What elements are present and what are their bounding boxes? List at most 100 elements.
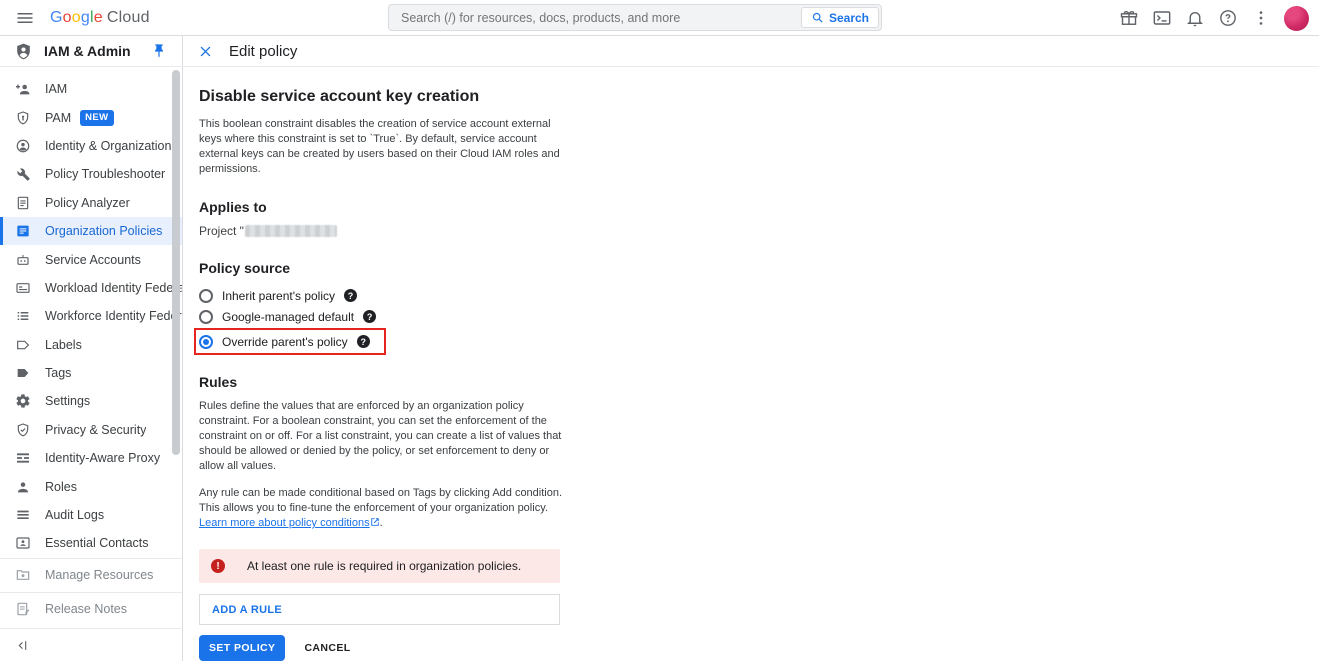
sidebar-item-label: Policy Analyzer xyxy=(45,196,130,210)
sidebar-item-organization-policies[interactable]: Organization Policies xyxy=(0,217,182,245)
sidebar-item-label: Roles xyxy=(45,480,77,494)
sidebar-item-workforce-identity-federa[interactable]: Workforce Identity Federa... xyxy=(0,302,182,330)
sidebar-scrollbar[interactable] xyxy=(172,70,180,455)
sidebar: IAM PAMNEWIdentity & Organization Policy T… xyxy=(0,67,183,661)
sidebar-item-manage-resources[interactable]: Manage Resources xyxy=(0,559,182,592)
topbar-icon-strip xyxy=(1119,0,1309,36)
sidebar-item-label: Release Notes xyxy=(45,602,127,616)
sidebar-item-tags[interactable]: Tags xyxy=(0,359,182,387)
sidebar-item-workload-identity-federat[interactable]: Workload Identity Federat... xyxy=(0,274,182,302)
rules-heading: Rules xyxy=(199,374,1319,390)
radio-option-label: Inherit parent's policy xyxy=(222,289,335,303)
person-icon xyxy=(15,479,31,495)
sidebar-item-identity-organization[interactable]: Identity & Organization xyxy=(0,132,182,160)
cloud-shell-icon[interactable] xyxy=(1152,8,1172,28)
notifications-icon[interactable] xyxy=(1185,8,1205,28)
more-icon[interactable] xyxy=(1251,8,1271,28)
folder-gear-icon xyxy=(15,567,31,583)
policy-source-heading: Policy source xyxy=(199,260,1319,276)
rules-paragraph-2-suffix: . xyxy=(380,517,383,529)
rules-paragraph-1: Rules define the values that are enforce… xyxy=(199,399,567,474)
sidebar-item-release-notes[interactable]: Release Notes xyxy=(0,593,182,626)
sidebar-item-label: Service Accounts xyxy=(45,253,141,267)
sidebar-item-label: Workforce Identity Federa... xyxy=(45,309,182,323)
sidebar-item-label: Manage Resources xyxy=(45,568,153,582)
sidebar-item-labels[interactable]: Labels xyxy=(0,331,182,359)
policy-conditions-link[interactable]: Learn more about policy conditions xyxy=(199,517,370,529)
radio-option-google-managed-default[interactable]: Google-managed default? xyxy=(199,306,1319,327)
policy-source-options: Inherit parent's policy?Google-managed d… xyxy=(199,285,1319,355)
action-buttons: SET POLICY CANCEL xyxy=(199,635,1319,661)
sidebar-item-label: Organization Policies xyxy=(45,224,162,238)
edit-policy-panel: Disable service account key creation Thi… xyxy=(183,67,1319,661)
avatar[interactable] xyxy=(1284,6,1309,31)
rows-icon xyxy=(15,507,31,523)
sidebar-item-policy-analyzer[interactable]: Policy Analyzer xyxy=(0,189,182,217)
label-icon xyxy=(15,337,31,353)
list-icon xyxy=(15,308,31,324)
constraint-title: Disable service account key creation xyxy=(199,88,1319,106)
page-title: Edit policy xyxy=(229,43,297,60)
google-cloud-logo[interactable]: GoogleCloud xyxy=(50,9,150,27)
help-icon[interactable]: ? xyxy=(363,310,376,323)
menu-icon[interactable] xyxy=(15,8,35,28)
shield-check-icon xyxy=(15,422,31,438)
set-policy-button[interactable]: SET POLICY xyxy=(199,635,285,661)
sidebar-item-policy-troubleshooter[interactable]: Policy Troubleshooter xyxy=(0,160,182,188)
search-button[interactable]: Search xyxy=(801,7,879,28)
new-badge: NEW xyxy=(80,110,113,126)
radio-option-override-parent-s-policy[interactable]: Override parent's policy? xyxy=(199,331,370,352)
identity-icon xyxy=(15,138,31,154)
product-header: IAM & Admin xyxy=(0,36,183,66)
radio-selected-icon[interactable] xyxy=(199,335,213,349)
applies-to-value: Project " xyxy=(199,224,1319,238)
gear-icon xyxy=(15,393,31,409)
sidebar-item-roles[interactable]: Roles xyxy=(0,472,182,500)
sidebar-item-privacy-security[interactable]: Privacy & Security xyxy=(0,416,182,444)
collapse-sidebar-button[interactable] xyxy=(0,628,181,661)
sidebar-item-label: Identity-Aware Proxy xyxy=(45,451,160,465)
rules-paragraph-2-text: Any rule can be made conditional based o… xyxy=(199,487,562,514)
sidebar-item-settings[interactable]: Settings xyxy=(0,387,182,415)
sidebar-item-label: Privacy & Security xyxy=(45,423,146,437)
radio-option-inherit-parent-s-policy[interactable]: Inherit parent's policy? xyxy=(199,285,1319,306)
add-a-rule-button[interactable]: ADD A RULE xyxy=(199,594,560,625)
sidebar-item-service-accounts[interactable]: Service Accounts xyxy=(0,245,182,273)
sidebar-item-label: Audit Logs xyxy=(45,508,104,522)
doc-edit-icon xyxy=(15,601,31,617)
cancel-button[interactable]: CANCEL xyxy=(304,642,350,654)
highlight-annotation-box: Override parent's policy? xyxy=(194,328,386,355)
collapse-icon xyxy=(15,638,30,653)
sidebar-item-iam[interactable]: IAM xyxy=(0,75,182,103)
sidebar-item-label: Policy Troubleshooter xyxy=(45,167,165,181)
help-icon[interactable]: ? xyxy=(357,335,370,348)
radio-option-label: Google-managed default xyxy=(222,310,354,324)
pin-icon[interactable] xyxy=(151,43,167,59)
sidebar-item-essential-contacts[interactable]: Essential Contacts xyxy=(0,529,182,557)
redacted-project-name xyxy=(245,225,337,237)
help-icon[interactable] xyxy=(1218,8,1238,28)
radio-icon[interactable] xyxy=(199,289,213,303)
sidebar-item-pam[interactable]: PAMNEW xyxy=(0,103,182,131)
sidebar-item-label: Essential Contacts xyxy=(45,536,149,550)
help-icon[interactable]: ? xyxy=(344,289,357,302)
top-app-bar: GoogleCloud Search xyxy=(0,0,1319,36)
close-icon[interactable] xyxy=(198,44,213,59)
shield-key-icon xyxy=(15,110,31,126)
search-button-label: Search xyxy=(829,11,869,25)
gift-icon[interactable] xyxy=(1119,8,1139,28)
proxy-icon xyxy=(15,450,31,466)
external-link-icon xyxy=(370,517,380,527)
robot-icon xyxy=(15,252,31,268)
sidebar-item-label: Labels xyxy=(45,338,82,352)
error-message: At least one rule is required in organiz… xyxy=(247,559,521,573)
error-icon: ! xyxy=(211,559,225,573)
sidebar-item-identity-aware-proxy[interactable]: Identity-Aware Proxy xyxy=(0,444,182,472)
constraint-description: This boolean constraint disables the cre… xyxy=(199,117,564,177)
sidebar-item-audit-logs[interactable]: Audit Logs xyxy=(0,501,182,529)
search-icon xyxy=(811,11,824,24)
radio-icon[interactable] xyxy=(199,310,213,324)
page-header: Edit policy xyxy=(183,36,1319,66)
sidebar-item-label: IAM xyxy=(45,82,67,96)
card-icon xyxy=(15,280,31,296)
